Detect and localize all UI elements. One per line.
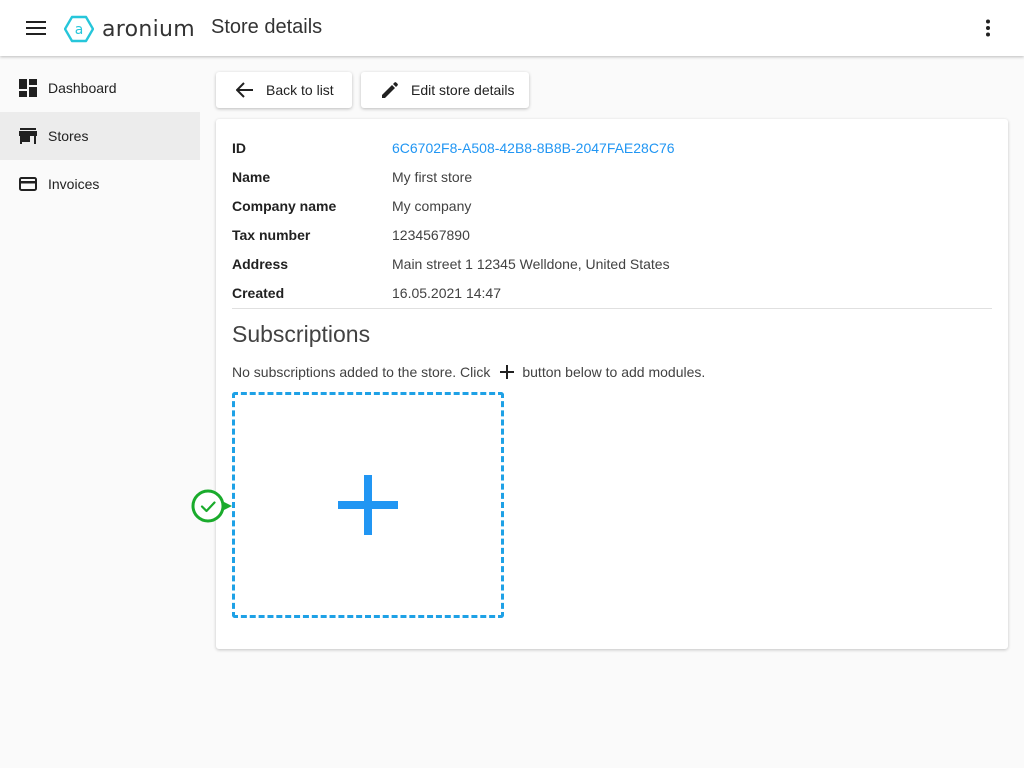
note-text-after: button below to add modules. bbox=[522, 364, 706, 380]
sidebar-item-label: Stores bbox=[48, 128, 89, 144]
subscriptions-title: Subscriptions bbox=[232, 321, 371, 347]
detail-label: Tax number bbox=[232, 226, 311, 243]
sidebar-item-invoices[interactable]: Invoices bbox=[0, 160, 200, 208]
detail-value: My company bbox=[392, 197, 472, 214]
detail-value: Main street 1 12345 Welldone, United Sta… bbox=[392, 255, 670, 272]
detail-label: ID bbox=[232, 139, 246, 156]
detail-label: Name bbox=[232, 168, 271, 185]
svg-text:a: a bbox=[75, 22, 84, 38]
detail-value: 1234567890 bbox=[392, 226, 470, 243]
hexagon-logo-icon: a bbox=[64, 15, 94, 43]
store-icon bbox=[18, 126, 38, 146]
sidebar-item-label: Dashboard bbox=[48, 80, 117, 96]
sidebar-item-dashboard[interactable]: Dashboard bbox=[0, 64, 200, 112]
back-to-list-button[interactable]: Back to list bbox=[216, 72, 352, 108]
credit-card-icon bbox=[18, 174, 38, 194]
logo-text: aronium bbox=[102, 16, 196, 42]
detail-label: Created bbox=[232, 284, 285, 301]
edit-store-details-button[interactable]: Edit store details bbox=[361, 72, 529, 108]
detail-row-name: Name My first store bbox=[232, 162, 992, 191]
detail-row-tax-number: Tax number 1234567890 bbox=[232, 220, 992, 249]
detail-row-company: Company name My company bbox=[232, 191, 992, 220]
detail-row-id: ID 6C6702F8-A508-42B8-8B8B-2047FAE28C76 bbox=[232, 133, 992, 162]
sidebar: Dashboard Stores Invoices bbox=[0, 64, 200, 208]
pencil-icon bbox=[379, 79, 401, 101]
detail-row-created: Created 16.05.2021 14:47 bbox=[232, 278, 992, 307]
top-app-bar: a aronium Store details bbox=[0, 0, 1024, 56]
page-title: Store details bbox=[211, 16, 323, 38]
check-circle-pointer-icon bbox=[191, 488, 239, 524]
detail-row-address: Address Main street 1 12345 Welldone, Un… bbox=[232, 249, 992, 278]
menu-icon[interactable] bbox=[24, 16, 48, 40]
sidebar-item-stores[interactable]: Stores bbox=[0, 112, 200, 160]
edit-button-label: Edit store details bbox=[411, 82, 515, 98]
note-text-before: No subscriptions added to the store. Cli… bbox=[232, 364, 491, 380]
plus-icon bbox=[496, 361, 518, 383]
detail-value: 16.05.2021 14:47 bbox=[392, 284, 501, 301]
store-details-card: ID 6C6702F8-A508-42B8-8B8B-2047FAE28C76 … bbox=[216, 119, 1008, 649]
large-plus-icon bbox=[338, 475, 398, 535]
details-list: ID 6C6702F8-A508-42B8-8B8B-2047FAE28C76 … bbox=[232, 133, 992, 307]
subscriptions-empty-note: No subscriptions added to the store. Cli… bbox=[232, 361, 705, 383]
aronium-logo[interactable]: a aronium bbox=[64, 14, 195, 44]
detail-value: My first store bbox=[392, 168, 473, 185]
detail-label: Address bbox=[232, 255, 289, 272]
arrow-back-icon bbox=[234, 79, 256, 101]
sidebar-item-label: Invoices bbox=[48, 176, 100, 192]
more-vert-icon[interactable] bbox=[976, 16, 1000, 40]
store-id-link[interactable]: 6C6702F8-A508-42B8-8B8B-2047FAE28C76 bbox=[392, 140, 675, 156]
add-subscription-button[interactable] bbox=[232, 392, 504, 618]
detail-label: Company name bbox=[232, 197, 337, 214]
divider bbox=[232, 308, 992, 309]
back-button-label: Back to list bbox=[266, 82, 334, 98]
dashboard-icon bbox=[18, 78, 38, 98]
